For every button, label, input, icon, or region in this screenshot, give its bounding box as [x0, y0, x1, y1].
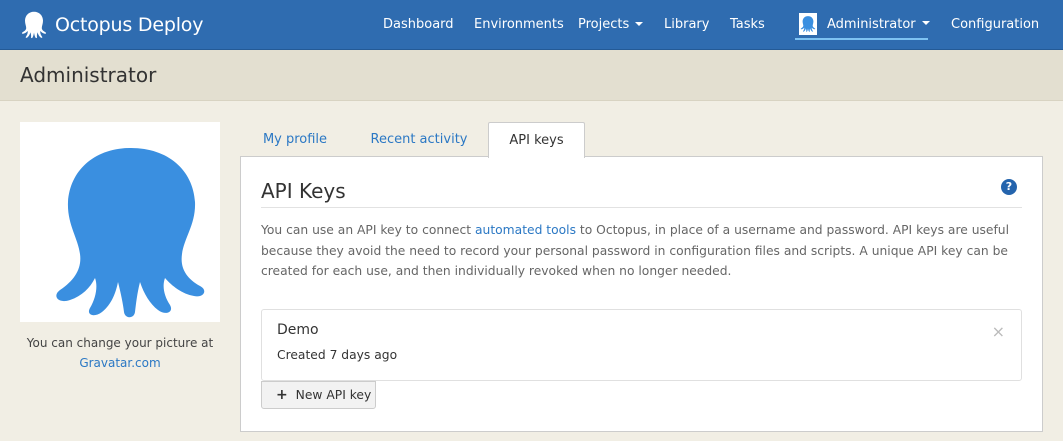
new-api-key-button[interactable]: + New API key — [261, 381, 376, 409]
new-api-key-label: New API key — [295, 388, 372, 402]
tab-api-keys[interactable]: API keys — [488, 122, 585, 158]
description-text-1: You can use an API key to connect — [261, 223, 475, 237]
tab-my-profile[interactable]: My profile — [255, 122, 335, 157]
nav-user-menu[interactable]: Administrator — [795, 10, 930, 40]
tab-recent-activity[interactable]: Recent activity — [363, 122, 475, 157]
brand[interactable]: Octopus Deploy — [19, 8, 203, 42]
automated-tools-link[interactable]: automated tools — [475, 223, 576, 237]
nav-dashboard[interactable]: Dashboard — [383, 0, 454, 50]
page-header: Administrator — [0, 50, 1063, 101]
api-keys-panel: API Keys ? You can use an API key to con… — [240, 156, 1043, 432]
api-key-created: Created 7 days ago — [277, 348, 398, 362]
nav-projects-label: Projects — [578, 17, 630, 32]
panel-title: API Keys — [261, 179, 346, 203]
divider — [261, 207, 1022, 208]
user-avatar-icon — [799, 13, 817, 35]
octopus-logo-icon — [19, 10, 49, 40]
nav-projects[interactable]: Projects — [578, 0, 644, 50]
nav-configuration[interactable]: Configuration — [951, 0, 1039, 50]
api-keys-description: You can use an API key to connect automa… — [261, 220, 1031, 282]
avatar-caption: You can change your picture at Gravatar.… — [20, 333, 220, 373]
octopus-icon — [56, 148, 205, 318]
nav-user-label: Administrator — [827, 16, 916, 32]
help-icon[interactable]: ? — [1001, 179, 1017, 195]
plus-icon: + — [276, 387, 288, 403]
gravatar-link[interactable]: Gravatar.com — [79, 356, 160, 370]
api-key-name: Demo — [277, 322, 319, 338]
profile-avatar — [20, 122, 220, 322]
page-title: Administrator — [20, 63, 157, 87]
api-key-card: Demo Created 7 days ago × — [261, 309, 1022, 381]
chevron-down-icon — [635, 21, 644, 26]
revoke-key-close-icon[interactable]: × — [992, 324, 1005, 340]
nav-library[interactable]: Library — [664, 0, 709, 50]
nav-tasks[interactable]: Tasks — [730, 0, 765, 50]
top-navbar: Octopus Deploy Dashboard Environments Pr… — [0, 0, 1063, 50]
nav-environments[interactable]: Environments — [474, 0, 564, 50]
avatar-caption-text: You can change your picture at — [26, 336, 214, 350]
chevron-down-icon — [921, 21, 930, 25]
brand-name: Octopus Deploy — [55, 14, 204, 36]
